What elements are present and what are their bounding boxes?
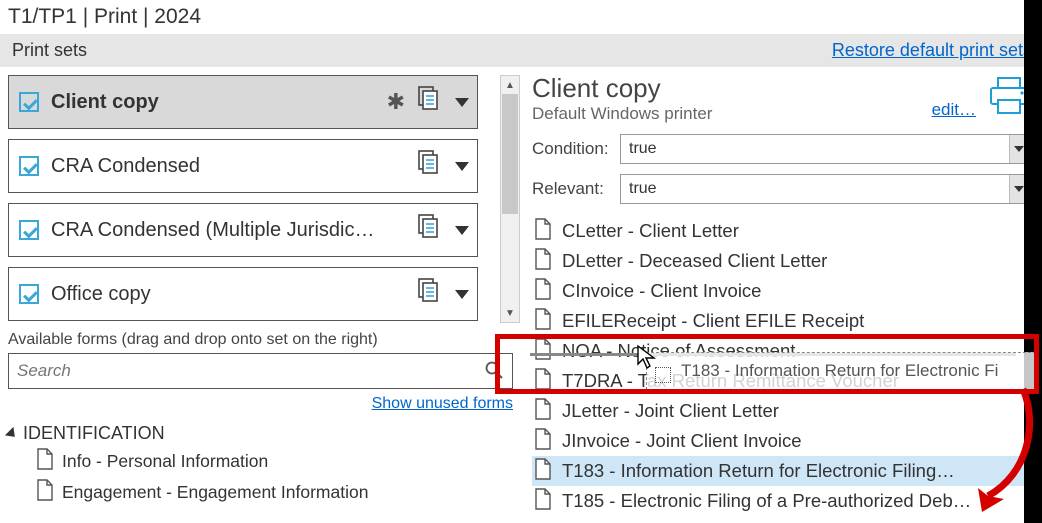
page-icon — [534, 278, 552, 305]
chevron-down-icon[interactable] — [455, 162, 469, 171]
scroll-down-icon[interactable]: ▼ — [501, 304, 519, 322]
form-list-item[interactable]: DLetter - Deceased Client Letter — [532, 246, 1032, 276]
form-list-item[interactable]: T185 - Electronic Filing of a Pre-author… — [532, 486, 1032, 516]
print-set-client-copy[interactable]: Client copy ✱ — [8, 75, 478, 129]
form-item-label: CLetter - Client Letter — [562, 220, 739, 242]
page-icon — [534, 428, 552, 455]
form-list-item[interactable]: JInvoice - Joint Client Invoice — [532, 426, 1032, 456]
scrollbar-thumb[interactable] — [502, 94, 518, 214]
restore-default-link[interactable]: Restore default print sets — [832, 40, 1032, 61]
tree-item-label: Info - Personal Information — [62, 451, 268, 472]
form-item-label: EFILEReceipt - Client EFILE Receipt — [562, 310, 864, 332]
document-stack-icon[interactable] — [413, 212, 443, 248]
relevant-label: Relevant: — [532, 179, 620, 199]
tree-expand-icon[interactable] — [5, 427, 19, 441]
tree-item-engagement[interactable]: Engagement - Engagement Information — [36, 479, 513, 506]
chevron-down-icon[interactable] — [455, 98, 469, 107]
search-box[interactable] — [8, 353, 513, 389]
print-set-label: CRA Condensed — [51, 155, 413, 178]
print-set-office-copy[interactable]: Office copy — [8, 267, 478, 321]
document-stack-icon[interactable] — [413, 84, 443, 120]
tree-group-identification[interactable]: IDENTIFICATION — [8, 423, 513, 444]
print-set-label: Client copy — [51, 91, 387, 114]
window-right-edge — [1024, 0, 1042, 523]
form-item-label: CInvoice - Client Invoice — [562, 280, 761, 302]
page-icon — [534, 338, 552, 365]
page-title: T1/TP1 | Print | 2024 — [0, 0, 1042, 34]
page-icon — [534, 458, 552, 485]
page-icon — [534, 218, 552, 245]
page-icon — [534, 488, 552, 515]
drag-ghost: T183 - Information Return for Electronic… — [646, 352, 1036, 390]
left-column: Client copy ✱ CRA Condensed CRA Condense… — [0, 67, 518, 520]
document-stack-icon[interactable] — [413, 276, 443, 312]
page-icon — [534, 248, 552, 275]
search-input[interactable] — [17, 361, 484, 381]
condition-label: Condition: — [532, 139, 620, 159]
tree-item-info[interactable]: Info - Personal Information — [36, 448, 513, 475]
checkbox-icon[interactable] — [19, 92, 39, 112]
print-set-label: CRA Condensed (Multiple Jurisdic… — [51, 219, 413, 242]
chevron-down-icon[interactable] — [455, 226, 469, 235]
form-item-label: JInvoice - Joint Client Invoice — [562, 430, 802, 452]
chevron-down-icon[interactable] — [455, 290, 469, 299]
document-stack-icon[interactable] — [413, 148, 443, 184]
right-panel-title: Client copy — [532, 73, 712, 104]
form-list-item[interactable]: EFILEReceipt - Client EFILE Receipt — [532, 306, 1032, 336]
condition-value: true — [629, 140, 657, 158]
page-icon — [534, 398, 552, 425]
form-list-item[interactable]: T183 - Information Return for Electronic… — [532, 456, 1032, 486]
edit-printer-link[interactable]: edit… — [932, 100, 976, 120]
checkbox-icon[interactable] — [19, 220, 39, 240]
checkbox-icon[interactable] — [19, 284, 39, 304]
star-icon: ✱ — [387, 89, 405, 115]
drag-ghost-label: T183 - Information Return for Electronic… — [681, 361, 998, 381]
tree-item-label: Engagement - Engagement Information — [62, 482, 368, 503]
form-item-label: DLetter - Deceased Client Letter — [562, 250, 827, 272]
print-set-cra-condensed-multi[interactable]: CRA Condensed (Multiple Jurisdic… — [8, 203, 478, 257]
page-icon — [534, 308, 552, 335]
cursor-icon — [636, 344, 658, 370]
page-icon — [36, 448, 54, 475]
condition-select[interactable]: true — [620, 134, 1032, 164]
form-item-label: T185 - Electronic Filing of a Pre-author… — [562, 490, 971, 512]
print-set-cra-condensed[interactable]: CRA Condensed — [8, 139, 478, 193]
form-item-label: T183 - Information Return for Electronic… — [562, 460, 955, 482]
group-label: IDENTIFICATION — [23, 423, 165, 443]
form-list-item[interactable]: JLetter - Joint Client Letter — [532, 396, 1032, 426]
show-unused-link[interactable]: Show unused forms — [372, 395, 513, 412]
form-list-item[interactable]: CLetter - Client Letter — [532, 216, 1032, 246]
page-icon — [534, 368, 552, 395]
print-set-label: Office copy — [51, 283, 413, 306]
printer-name: Default Windows printer — [532, 104, 712, 124]
relevant-select[interactable]: true — [620, 174, 1032, 204]
subheader-label: Print sets — [12, 40, 87, 61]
subheader: Print sets Restore default print sets — [0, 34, 1042, 67]
form-list-item[interactable]: CInvoice - Client Invoice — [532, 276, 1032, 306]
scroll-up-icon[interactable]: ▲ — [501, 76, 519, 94]
right-column: Client copy Default Windows printer edit… — [518, 67, 1042, 520]
available-forms-hint: Available forms (drag and drop onto set … — [8, 331, 513, 349]
form-item-label: JLetter - Joint Client Letter — [562, 400, 779, 422]
print-sets-scrollbar[interactable]: ▲ ▼ — [500, 75, 520, 323]
checkbox-icon[interactable] — [19, 156, 39, 176]
search-icon[interactable] — [484, 360, 504, 383]
relevant-value: true — [629, 180, 657, 198]
page-icon — [36, 479, 54, 506]
